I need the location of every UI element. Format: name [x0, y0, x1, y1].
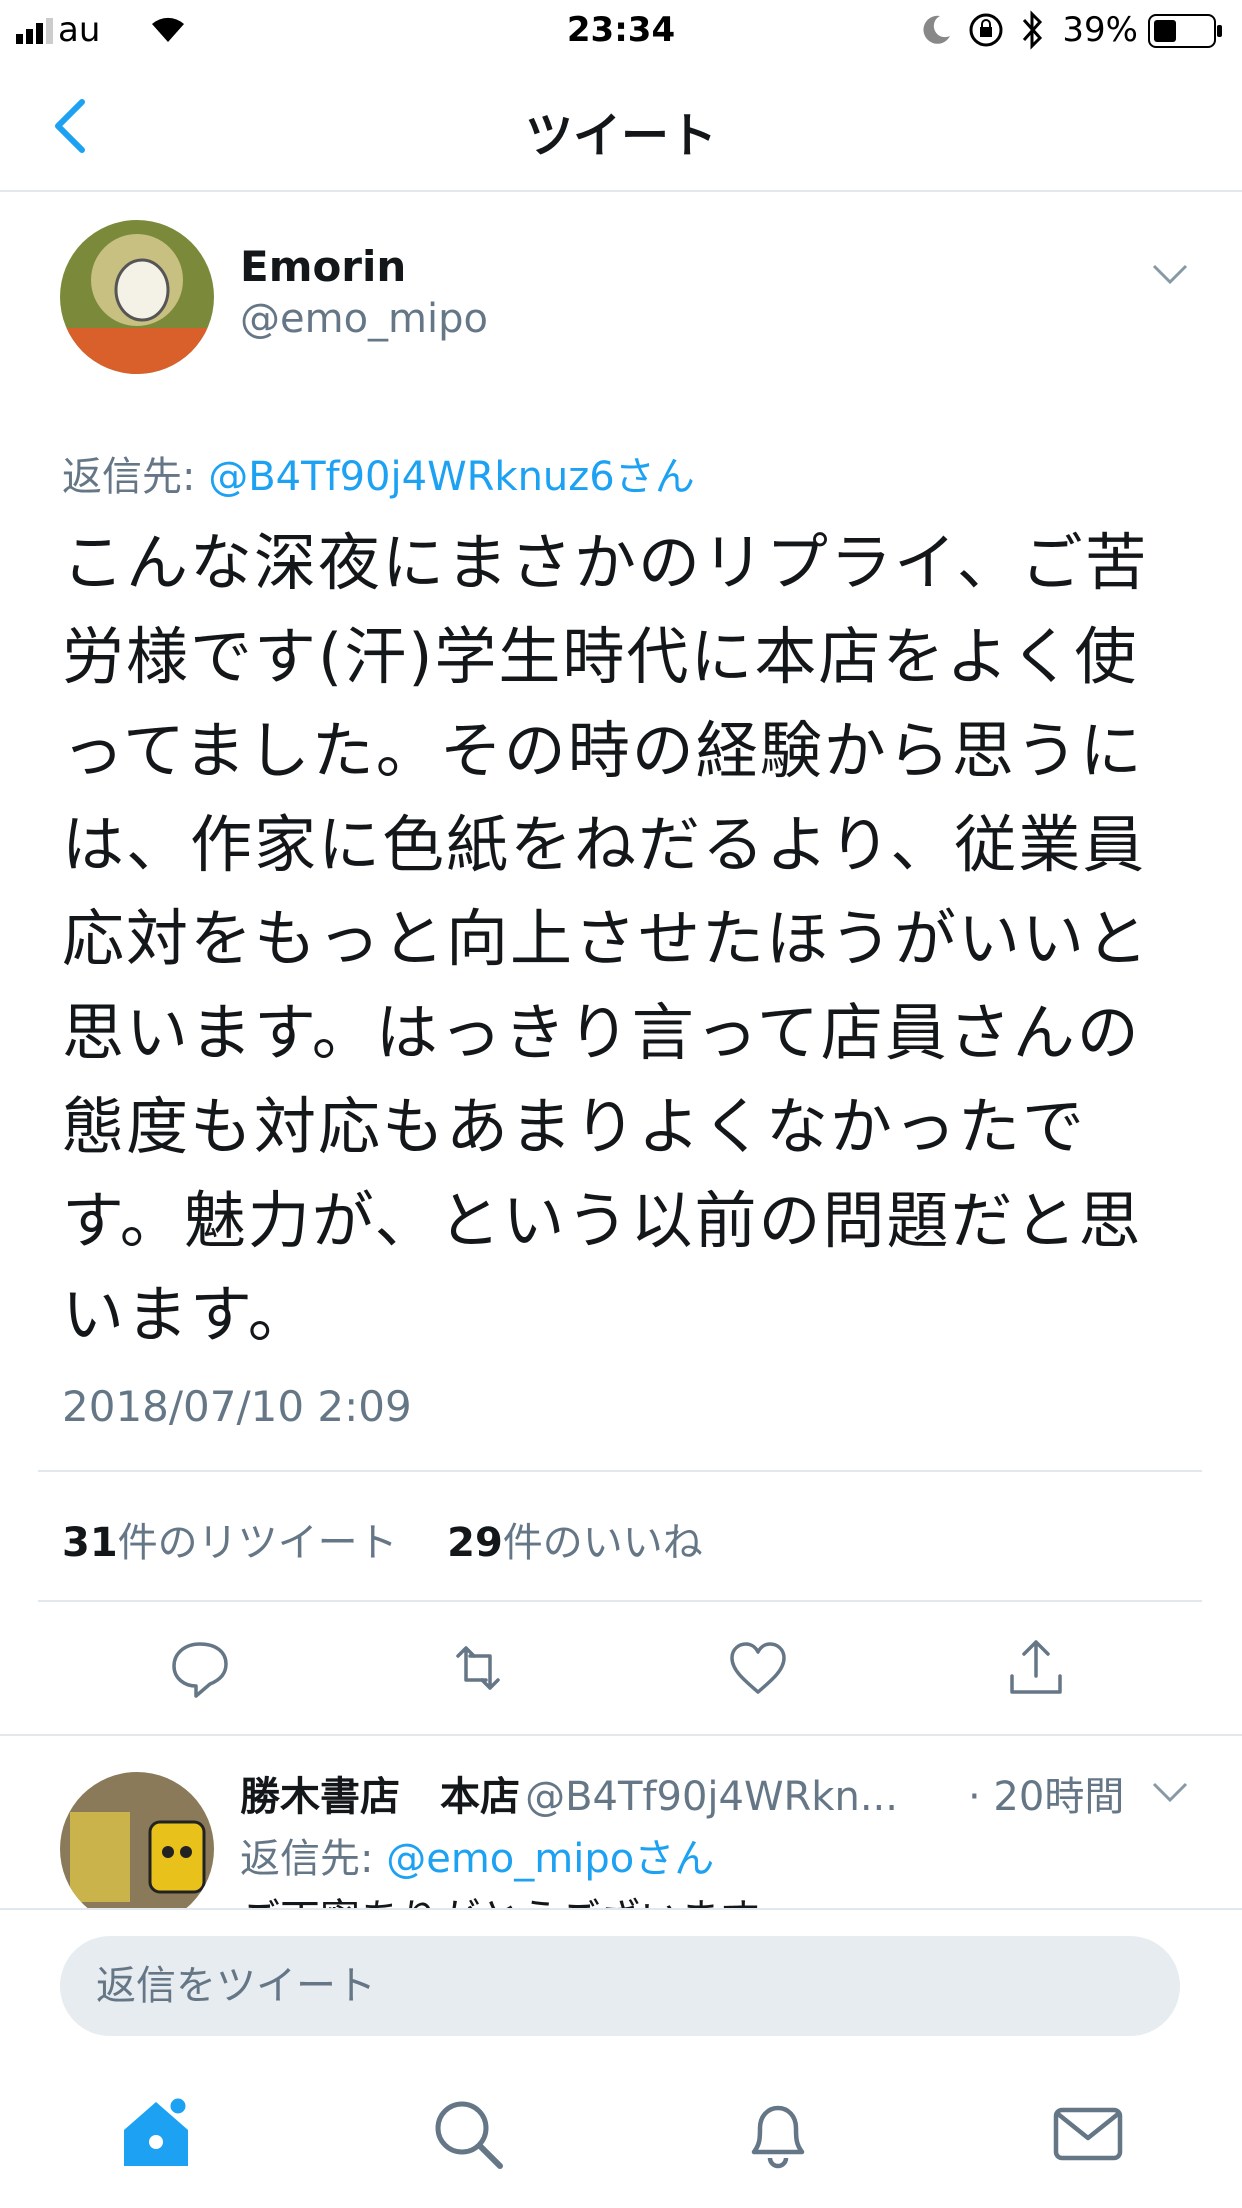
search-icon[interactable]: [428, 2094, 508, 2174]
replying-prefix: 返信先:: [62, 454, 209, 500]
messages-icon[interactable]: [1048, 2094, 1128, 2174]
tweet-text-line: ってました。その時の経験から思うに: [62, 714, 1144, 787]
reply-time: · 20時間: [968, 1774, 1125, 1820]
page-title: ツイート: [524, 108, 717, 164]
tweet-text-line: す。魅力が、という以前の問題だと思: [62, 1184, 1143, 1257]
tweet-text-line: 応対をもっと向上させたほうがいいと: [62, 902, 1151, 975]
reply-tweet[interactable]: 勝木書店 本店 @B4Tf90j4WRkn... · 20時間 返信先: @em…: [0, 1736, 1242, 1908]
reply-author-handle[interactable]: @B4Tf90j4WRkn...: [525, 1774, 898, 1820]
retweet-count: 31: [62, 1520, 118, 1566]
reply-text: ご丁寧ありがとうございます: [240, 1886, 760, 1908]
reply-replying-to: 返信先: @emo_mipoさん: [240, 1826, 714, 1884]
retweet-icon[interactable]: [446, 1636, 510, 1700]
retweet-stat[interactable]: 31件のリツイート: [62, 1520, 398, 1566]
reply-author-name[interactable]: 勝木書店 本店: [240, 1774, 520, 1820]
author-name[interactable]: Emorin: [240, 242, 406, 291]
status-time: 23:34: [566, 10, 676, 50]
like-icon[interactable]: [726, 1636, 790, 1700]
tweet-text-line: こんな深夜にまさかのリプライ、ご苦: [62, 526, 1149, 599]
bluetooth-icon: [1022, 10, 1043, 50]
tweet-text-line: 思います。はっきり言って店員さんの: [62, 996, 1141, 1069]
reply-icon[interactable]: [168, 1636, 232, 1700]
author-handle[interactable]: @emo_mipo: [240, 296, 488, 342]
divider: [0, 1908, 1242, 1910]
moon-icon: [923, 15, 950, 44]
tweet-text: こんな深夜にまさかのリプライ、ご苦 労様です(汗)学生時代に本店をよく使 ってま…: [62, 516, 1192, 1362]
battery-icon: [1148, 14, 1222, 48]
reply-compose-input[interactable]: 返信をツイート: [60, 1936, 1180, 2036]
avatar[interactable]: [60, 220, 214, 374]
reply-avatar[interactable]: [60, 1772, 214, 1908]
orientation-lock-icon: [969, 13, 1003, 47]
divider: [38, 1600, 1202, 1602]
share-icon[interactable]: [1004, 1636, 1068, 1700]
notifications-icon[interactable]: [738, 2094, 818, 2174]
battery-percent: 39%: [1062, 10, 1138, 50]
reply-avatar-image: [60, 1772, 214, 1908]
like-count: 29: [447, 1520, 503, 1566]
tweet-text-line: は、作家に色紙をねだるより、従業員: [62, 808, 1147, 881]
retweet-label: 件のリツイート: [117, 1520, 398, 1566]
tweet-text-line: います。: [62, 1278, 312, 1351]
tweet-stats: 31件のリツイート 29件のいいね: [62, 1510, 703, 1568]
divider: [38, 1470, 1202, 1472]
tweet-text-line: 労様です(汗)学生時代に本店をよく使: [62, 620, 1139, 693]
like-label: 件のいいね: [502, 1520, 703, 1566]
reply-replying-prefix: 返信先:: [240, 1836, 387, 1882]
reply-replying-to-link[interactable]: @emo_mipoさん: [386, 1836, 714, 1882]
replying-to: 返信先: @B4Tf90j4WRknuz6さん: [62, 444, 695, 502]
tweet-text-line: 態度も対応もあまりよくなかったで: [62, 1090, 1087, 1163]
status-bar: au 23:34 39%: [0, 0, 1242, 62]
home-icon[interactable]: [116, 2092, 196, 2172]
reply-chevron-down-icon[interactable]: [1150, 1780, 1190, 1804]
nav-divider: [0, 190, 1242, 192]
chevron-down-icon[interactable]: [1150, 262, 1190, 286]
avatar-image: [60, 220, 214, 374]
reply-header: 勝木書店 本店 @B4Tf90j4WRkn...: [240, 1764, 898, 1822]
tweet-timestamp: 2018/07/10 2:09: [62, 1382, 412, 1431]
like-stat[interactable]: 29件のいいね: [447, 1520, 703, 1566]
replying-to-link[interactable]: @B4Tf90j4WRknuz6さん: [208, 454, 695, 500]
